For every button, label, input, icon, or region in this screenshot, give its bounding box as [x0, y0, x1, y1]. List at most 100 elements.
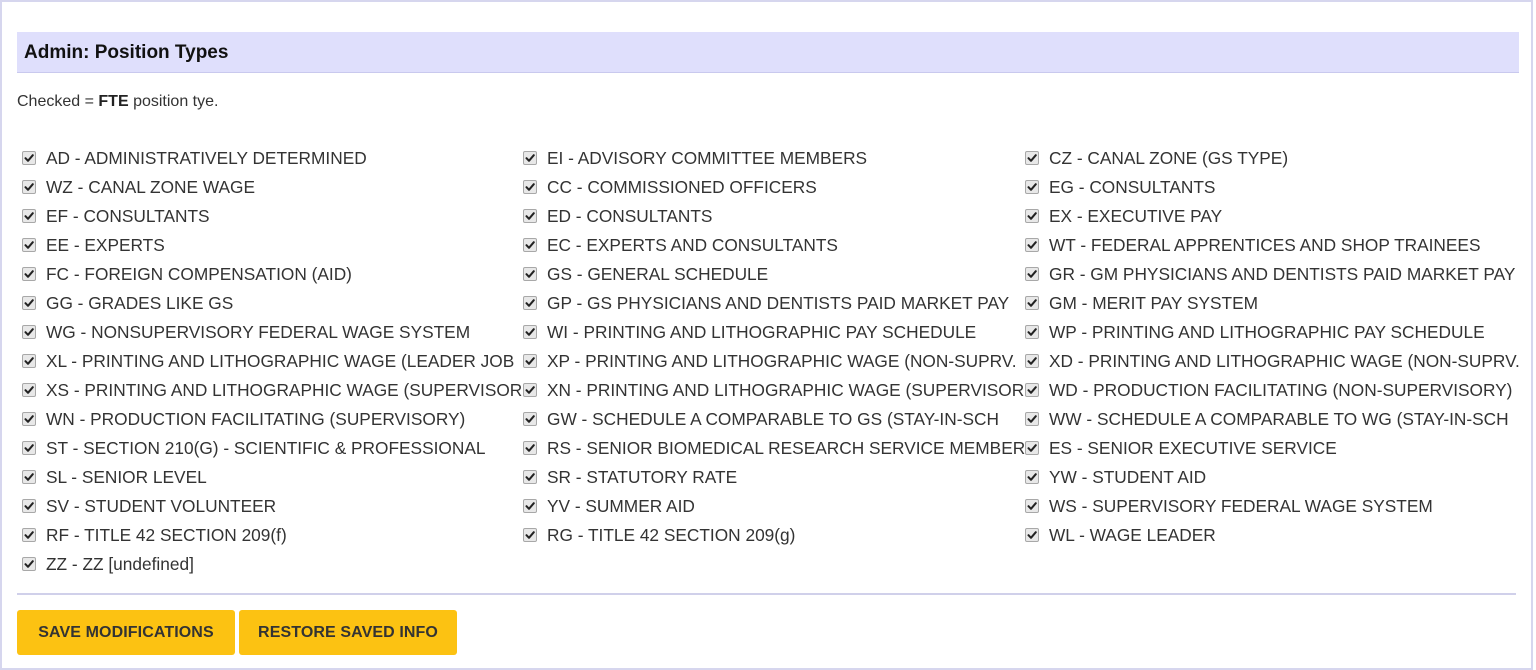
- position-type-label[interactable]: WL - WAGE LEADER: [1049, 525, 1216, 545]
- position-type-option[interactable]: EF - CONSULTANTS: [22, 201, 522, 230]
- position-type-option[interactable]: EI - ADVISORY COMMITTEE MEMBERS: [523, 143, 1025, 172]
- position-type-checkbox[interactable]: [523, 266, 537, 281]
- position-type-option[interactable]: GS - GENERAL SCHEDULE: [523, 259, 1025, 288]
- position-type-label[interactable]: SR - STATUTORY RATE: [547, 467, 737, 487]
- position-type-option[interactable]: XN - PRINTING AND LITHOGRAPHIC WAGE (SUP…: [523, 375, 1025, 404]
- position-type-option[interactable]: FC - FOREIGN COMPENSATION (AID): [22, 259, 522, 288]
- position-type-option[interactable]: YW - STUDENT AID: [1025, 462, 1520, 491]
- position-type-option[interactable]: RG - TITLE 42 SECTION 209(g): [523, 520, 1025, 549]
- position-type-label[interactable]: CC - COMMISSIONED OFFICERS: [547, 177, 817, 197]
- position-type-checkbox[interactable]: [1025, 527, 1039, 542]
- position-type-checkbox[interactable]: [523, 295, 537, 310]
- position-type-checkbox[interactable]: [1025, 411, 1039, 426]
- position-type-checkbox[interactable]: [22, 295, 36, 310]
- position-type-label[interactable]: GM - MERIT PAY SYSTEM: [1049, 293, 1258, 313]
- restore-saved-info-button[interactable]: RESTORE SAVED INFO: [239, 610, 457, 655]
- position-type-checkbox[interactable]: [22, 469, 36, 484]
- position-type-checkbox[interactable]: [22, 440, 36, 455]
- position-type-label[interactable]: RS - SENIOR BIOMEDICAL RESEARCH SERVICE …: [547, 438, 1025, 458]
- position-type-label[interactable]: FC - FOREIGN COMPENSATION (AID): [46, 264, 352, 284]
- position-type-option[interactable]: RF - TITLE 42 SECTION 209(f): [22, 520, 522, 549]
- position-type-label[interactable]: WT - FEDERAL APPRENTICES AND SHOP TRAINE…: [1049, 235, 1481, 255]
- position-type-label[interactable]: GP - GS PHYSICIANS AND DENTISTS PAID MAR…: [547, 293, 1009, 313]
- position-type-label[interactable]: ST - SECTION 210(G) - SCIENTIFIC & PROFE…: [46, 438, 485, 458]
- position-type-label[interactable]: SL - SENIOR LEVEL: [46, 467, 207, 487]
- position-type-label[interactable]: EC - EXPERTS AND CONSULTANTS: [547, 235, 838, 255]
- position-type-checkbox[interactable]: [22, 324, 36, 339]
- position-type-option[interactable]: ED - CONSULTANTS: [523, 201, 1025, 230]
- position-type-label[interactable]: GW - SCHEDULE A COMPARABLE TO GS (STAY-I…: [547, 409, 999, 429]
- position-type-checkbox[interactable]: [523, 440, 537, 455]
- position-type-label[interactable]: WW - SCHEDULE A COMPARABLE TO WG (STAY-I…: [1049, 409, 1509, 429]
- position-type-checkbox[interactable]: [22, 527, 36, 542]
- position-type-label[interactable]: EX - EXECUTIVE PAY: [1049, 206, 1222, 226]
- position-type-checkbox[interactable]: [1025, 498, 1039, 513]
- position-type-label[interactable]: XL - PRINTING AND LITHOGRAPHIC WAGE (LEA…: [46, 351, 514, 371]
- position-type-option[interactable]: WG - NONSUPERVISORY FEDERAL WAGE SYSTEM: [22, 317, 522, 346]
- position-type-option[interactable]: AD - ADMINISTRATIVELY DETERMINED: [22, 143, 522, 172]
- position-type-label[interactable]: GS - GENERAL SCHEDULE: [547, 264, 768, 284]
- save-modifications-button[interactable]: SAVE MODIFICATIONS: [17, 610, 235, 655]
- position-type-option[interactable]: CZ - CANAL ZONE (GS TYPE): [1025, 143, 1520, 172]
- position-type-checkbox[interactable]: [1025, 179, 1039, 194]
- position-type-option[interactable]: SV - STUDENT VOLUNTEER: [22, 491, 522, 520]
- position-type-option[interactable]: WW - SCHEDULE A COMPARABLE TO WG (STAY-I…: [1025, 404, 1520, 433]
- position-type-checkbox[interactable]: [1025, 382, 1039, 397]
- position-type-checkbox[interactable]: [523, 411, 537, 426]
- position-type-option[interactable]: GW - SCHEDULE A COMPARABLE TO GS (STAY-I…: [523, 404, 1025, 433]
- position-type-checkbox[interactable]: [523, 498, 537, 513]
- position-type-checkbox[interactable]: [22, 237, 36, 252]
- position-type-label[interactable]: GG - GRADES LIKE GS: [46, 293, 233, 313]
- position-type-label[interactable]: EG - CONSULTANTS: [1049, 177, 1215, 197]
- position-type-option[interactable]: WP - PRINTING AND LITHOGRAPHIC PAY SCHED…: [1025, 317, 1520, 346]
- position-type-option[interactable]: EE - EXPERTS: [22, 230, 522, 259]
- position-type-label[interactable]: ES - SENIOR EXECUTIVE SERVICE: [1049, 438, 1337, 458]
- position-type-option[interactable]: EC - EXPERTS AND CONSULTANTS: [523, 230, 1025, 259]
- position-type-label[interactable]: SV - STUDENT VOLUNTEER: [46, 496, 276, 516]
- position-type-label[interactable]: CZ - CANAL ZONE (GS TYPE): [1049, 148, 1288, 168]
- position-type-option[interactable]: ZZ - ZZ [undefined]: [22, 549, 522, 578]
- position-type-checkbox[interactable]: [22, 556, 36, 571]
- position-type-label[interactable]: ED - CONSULTANTS: [547, 206, 712, 226]
- position-type-option[interactable]: XL - PRINTING AND LITHOGRAPHIC WAGE (LEA…: [22, 346, 522, 375]
- position-type-option[interactable]: CC - COMMISSIONED OFFICERS: [523, 172, 1025, 201]
- position-type-checkbox[interactable]: [523, 382, 537, 397]
- position-type-option[interactable]: WS - SUPERVISORY FEDERAL WAGE SYSTEM: [1025, 491, 1520, 520]
- position-type-option[interactable]: ST - SECTION 210(G) - SCIENTIFIC & PROFE…: [22, 433, 522, 462]
- position-type-option[interactable]: GR - GM PHYSICIANS AND DENTISTS PAID MAR…: [1025, 259, 1520, 288]
- position-type-label[interactable]: WS - SUPERVISORY FEDERAL WAGE SYSTEM: [1049, 496, 1433, 516]
- position-type-label[interactable]: WN - PRODUCTION FACILITATING (SUPERVISOR…: [46, 409, 465, 429]
- position-type-option[interactable]: SR - STATUTORY RATE: [523, 462, 1025, 491]
- position-type-checkbox[interactable]: [22, 179, 36, 194]
- position-type-label[interactable]: AD - ADMINISTRATIVELY DETERMINED: [46, 148, 367, 168]
- position-type-checkbox[interactable]: [1025, 266, 1039, 281]
- position-type-option[interactable]: YV - SUMMER AID: [523, 491, 1025, 520]
- position-type-checkbox[interactable]: [1025, 440, 1039, 455]
- position-type-checkbox[interactable]: [1025, 208, 1039, 223]
- position-type-option[interactable]: WL - WAGE LEADER: [1025, 520, 1520, 549]
- position-type-label[interactable]: XD - PRINTING AND LITHOGRAPHIC WAGE (NON…: [1049, 351, 1520, 371]
- position-type-option[interactable]: WI - PRINTING AND LITHOGRAPHIC PAY SCHED…: [523, 317, 1025, 346]
- position-type-label[interactable]: EI - ADVISORY COMMITTEE MEMBERS: [547, 148, 867, 168]
- position-type-checkbox[interactable]: [523, 469, 537, 484]
- position-type-label[interactable]: WG - NONSUPERVISORY FEDERAL WAGE SYSTEM: [46, 322, 470, 342]
- position-type-option[interactable]: XS - PRINTING AND LITHOGRAPHIC WAGE (SUP…: [22, 375, 522, 404]
- position-type-option[interactable]: EX - EXECUTIVE PAY: [1025, 201, 1520, 230]
- position-type-checkbox[interactable]: [1025, 237, 1039, 252]
- position-type-checkbox[interactable]: [1025, 353, 1039, 368]
- position-type-label[interactable]: RG - TITLE 42 SECTION 209(g): [547, 525, 795, 545]
- position-type-option[interactable]: XP - PRINTING AND LITHOGRAPHIC WAGE (NON…: [523, 346, 1025, 375]
- position-type-label[interactable]: RF - TITLE 42 SECTION 209(f): [46, 525, 287, 545]
- position-type-checkbox[interactable]: [1025, 324, 1039, 339]
- position-type-option[interactable]: WZ - CANAL ZONE WAGE: [22, 172, 522, 201]
- position-type-label[interactable]: WI - PRINTING AND LITHOGRAPHIC PAY SCHED…: [547, 322, 976, 342]
- position-type-label[interactable]: ZZ - ZZ [undefined]: [46, 554, 194, 574]
- position-type-label[interactable]: WZ - CANAL ZONE WAGE: [46, 177, 255, 197]
- position-type-checkbox[interactable]: [523, 150, 537, 165]
- position-type-option[interactable]: XD - PRINTING AND LITHOGRAPHIC WAGE (NON…: [1025, 346, 1520, 375]
- position-type-checkbox[interactable]: [523, 208, 537, 223]
- position-type-option[interactable]: WN - PRODUCTION FACILITATING (SUPERVISOR…: [22, 404, 522, 433]
- position-type-option[interactable]: EG - CONSULTANTS: [1025, 172, 1520, 201]
- position-type-option[interactable]: WD - PRODUCTION FACILITATING (NON-SUPERV…: [1025, 375, 1520, 404]
- position-type-checkbox[interactable]: [22, 411, 36, 426]
